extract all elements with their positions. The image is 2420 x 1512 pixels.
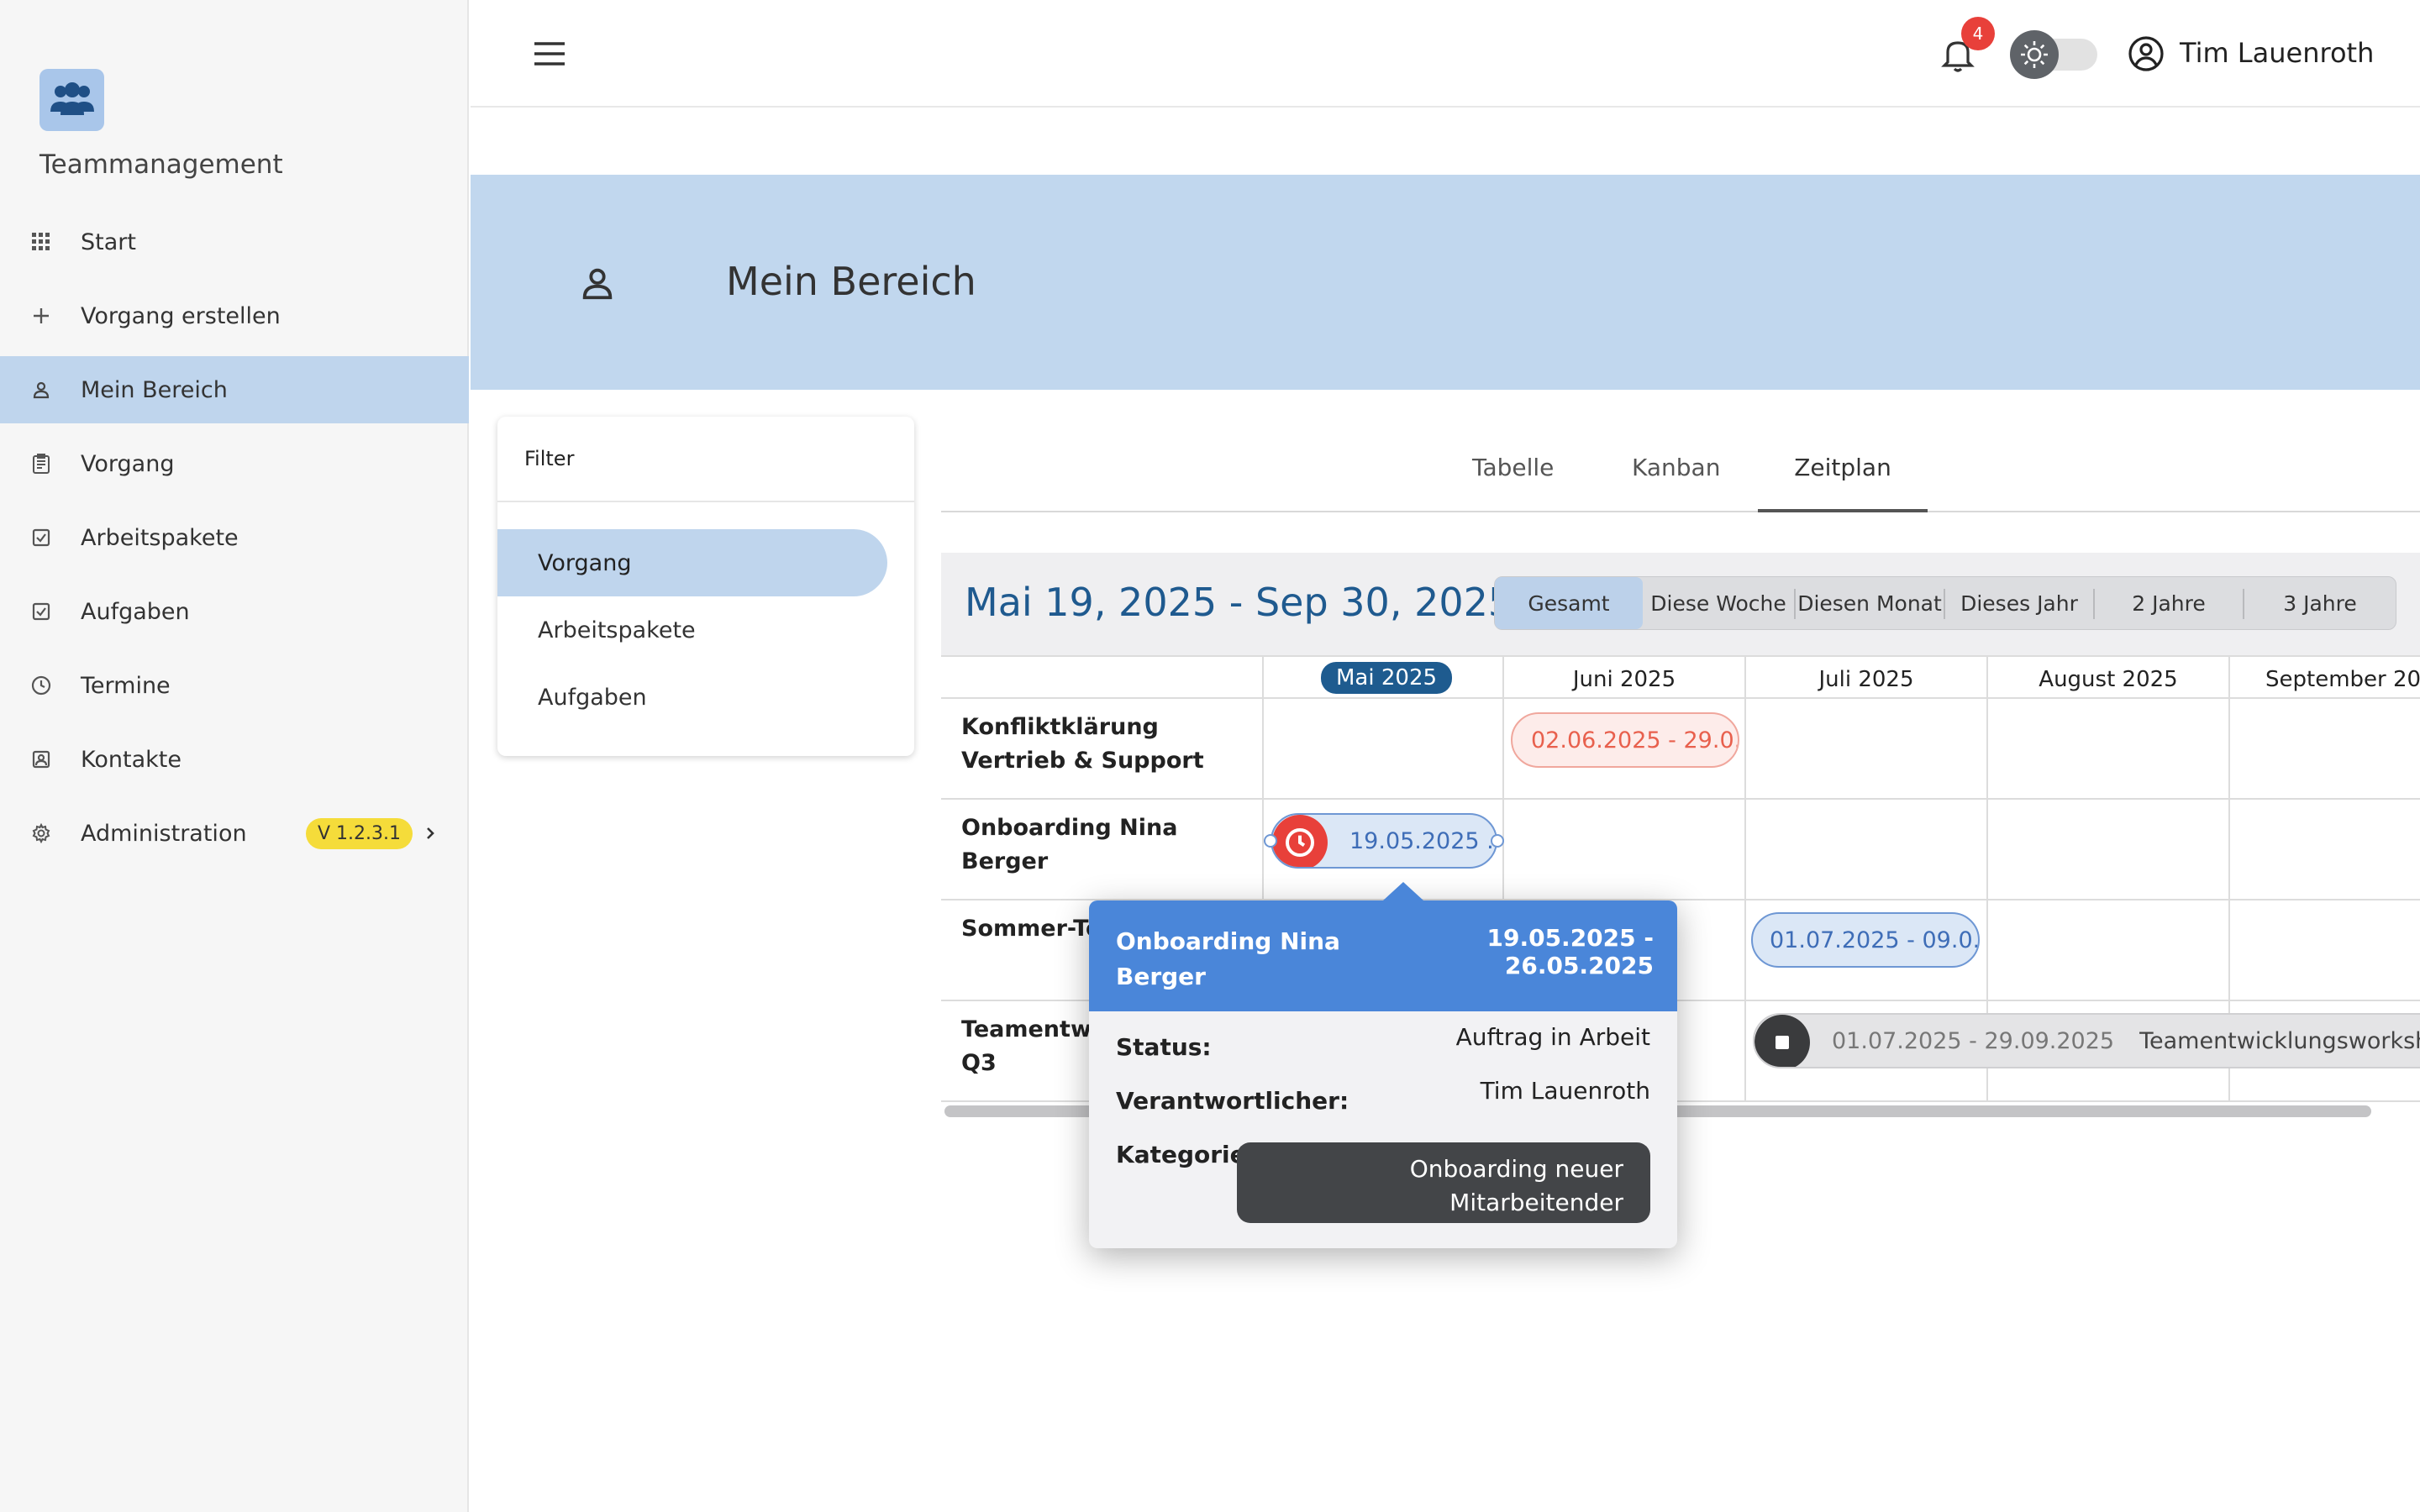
bar-dates: 02.06.2025 - 29.0... <box>1531 727 1739 753</box>
sidebar-item-administration[interactable]: Administration V 1.2.3.1 <box>0 800 469 867</box>
stop-icon <box>1754 1015 1810 1067</box>
scale-3-jahre-button[interactable]: 3 Jahre <box>2244 577 2396 629</box>
sidebar-item-label: Kontakte <box>81 746 182 773</box>
tooltip-title: Onboarding Nina Berger <box>1116 927 1340 990</box>
sidebar-item-label: Administration <box>81 820 247 847</box>
month-header: Juli 2025 <box>1818 667 1914 692</box>
filter-header: Filter <box>524 447 575 470</box>
resize-handle-start[interactable] <box>1264 834 1277 848</box>
apps-grid-icon <box>29 229 54 255</box>
user-name[interactable]: Tim Lauenroth <box>2180 37 2374 69</box>
account-icon[interactable] <box>2126 34 2166 74</box>
timeline-bar[interactable]: 19.05.2025 ... <box>1270 813 1497 869</box>
bar-dates: 01.07.2025 - 29.09.2025 <box>1832 1027 2115 1054</box>
timeline-header: Mai 19, 2025 - Sep 30, 2025 Gesamt Diese… <box>941 553 2420 655</box>
plus-icon <box>29 303 54 328</box>
view-tabs: Tabelle Kanban Zeitplan <box>941 445 2420 512</box>
tooltip-owner-value: Tim Lauenroth <box>1480 1077 1650 1105</box>
tooltip-category-chip: Onboarding neuer Mitarbeitender <box>1237 1142 1650 1223</box>
resize-handle-end[interactable] <box>1491 834 1504 848</box>
person-icon <box>29 377 54 402</box>
version-badge: V 1.2.3.1 <box>306 817 413 849</box>
sidebar-item-arbeitspakete[interactable]: Arbeitspakete <box>0 504 469 571</box>
row-label[interactable]: Onboarding Nina Berger <box>961 811 1247 879</box>
sidebar-item-label: Vorgang erstellen <box>81 302 281 329</box>
grid-line <box>1744 655 1746 1102</box>
scale-gesamt-button[interactable]: Gesamt <box>1495 577 1643 629</box>
top-bar: 4 Tim Lauenroth <box>471 0 2420 108</box>
tooltip-header: Onboarding Nina Berger 19.05.2025 - 26.0… <box>1089 900 1677 1011</box>
sidebar-item-label: Termine <box>81 672 171 699</box>
app-name: Teammanagement <box>39 150 283 180</box>
contact-card-icon <box>29 747 54 772</box>
clipboard-icon <box>29 451 54 476</box>
chevron-right-icon[interactable] <box>420 823 440 843</box>
tooltip-dates: 19.05.2025 - 26.05.2025 <box>1486 924 1654 979</box>
sidebar-item-start[interactable]: Start <box>0 208 469 276</box>
sun-icon <box>2010 30 2059 79</box>
tab-kanban[interactable]: Kanban <box>1632 454 1720 512</box>
scale-diesen-monat-button[interactable]: Diesen Monat <box>1796 577 1944 629</box>
sidebar-item-label: Aufgaben <box>81 598 190 625</box>
tooltip-status-label: Status: <box>1116 1033 1212 1061</box>
sidebar-item-aufgaben[interactable]: Aufgaben <box>0 578 469 645</box>
divider <box>497 501 914 502</box>
bar-dates: 01.07.2025 - 09.0... <box>1770 927 1980 953</box>
scale-dieses-jahr-button[interactable]: Dieses Jahr <box>1945 577 2093 629</box>
filter-item-vorgang[interactable]: Vorgang <box>497 529 887 596</box>
month-current: Mai 2025 <box>1321 662 1453 694</box>
clock-icon <box>1272 815 1328 867</box>
tab-tabelle[interactable]: Tabelle <box>1472 454 1554 512</box>
team-icon[interactable] <box>39 69 104 131</box>
tooltip-category-label: Kategorie: <box>1116 1141 1255 1168</box>
notification-badge: 4 <box>1961 17 1995 50</box>
month-header: August 2025 <box>2039 667 2178 692</box>
grid-line <box>941 798 2420 800</box>
filter-panel: Filter Vorgang Arbeitspakete Aufgaben <box>497 417 914 756</box>
sidebar-item-mein-bereich[interactable]: Mein Bereich <box>0 356 469 423</box>
page-banner: Mein Bereich <box>471 175 2420 390</box>
grid-line <box>941 655 2420 657</box>
sidebar-item-label: Arbeitspakete <box>81 524 239 551</box>
clock-icon <box>29 673 54 698</box>
sidebar-item-termine[interactable]: Termine <box>0 652 469 719</box>
bar-name: Teamentwicklungsworkshop <box>2139 1027 2420 1054</box>
month-header: September 202 <box>2265 667 2420 692</box>
scale-2-jahre-button[interactable]: 2 Jahre <box>2095 577 2243 629</box>
row-label[interactable]: Teamentwic Q3 <box>961 1013 1113 1080</box>
scale-selector: Gesamt Diese Woche Diesen Monat Dieses J… <box>1494 576 2396 630</box>
filter-item-arbeitspakete[interactable]: Arbeitspakete <box>497 596 887 664</box>
month-header: Juni 2025 <box>1572 667 1676 692</box>
checkbox-icon <box>29 599 54 624</box>
sidebar: Teammanagement Start Vorgang erstellen M… <box>0 0 469 1512</box>
gear-icon <box>29 821 54 846</box>
tooltip-arrow <box>1383 882 1423 900</box>
filter-item-aufgaben[interactable]: Aufgaben <box>497 664 887 731</box>
bar-tooltip: Onboarding Nina Berger 19.05.2025 - 26.0… <box>1089 882 1677 1248</box>
bar-dates: 19.05.2025 ... <box>1349 827 1497 854</box>
tooltip-status-value: Auftrag in Arbeit <box>1455 1023 1650 1051</box>
sidebar-item-vorgang[interactable]: Vorgang <box>0 430 469 497</box>
tab-zeitplan[interactable]: Zeitplan <box>1758 454 1928 512</box>
page-title: Mein Bereich <box>726 259 976 304</box>
grid-line <box>941 697 2420 699</box>
theme-toggle[interactable] <box>2010 30 2097 79</box>
sidebar-item-label: Mein Bereich <box>81 376 228 403</box>
timeline-bar[interactable]: 01.07.2025 - 29.09.2025 Teamentwicklungs… <box>1753 1013 2420 1068</box>
timeline-bar[interactable]: 01.07.2025 - 09.0... <box>1751 912 1980 968</box>
person-icon <box>578 264 617 302</box>
sidebar-item-kontakte[interactable]: Kontakte <box>0 726 469 793</box>
scale-diese-woche-button[interactable]: Diese Woche <box>1643 577 1794 629</box>
sidebar-item-label: Vorgang <box>81 450 175 477</box>
menu-icon[interactable] <box>533 37 566 71</box>
tooltip-owner-label: Verantwortlicher: <box>1116 1087 1349 1115</box>
timeline-range: Mai 19, 2025 - Sep 30, 2025 <box>965 580 1513 625</box>
sidebar-item-vorgang-erstellen[interactable]: Vorgang erstellen <box>0 282 469 349</box>
checkbox-icon <box>29 525 54 550</box>
sidebar-nav: Start Vorgang erstellen Mein Bereich Vor… <box>0 208 469 874</box>
row-label[interactable]: Konfliktklärung Vertrieb & Support <box>961 711 1247 778</box>
timeline-bar[interactable]: 02.06.2025 - 29.0... <box>1511 712 1739 768</box>
sidebar-item-label: Start <box>81 228 136 255</box>
